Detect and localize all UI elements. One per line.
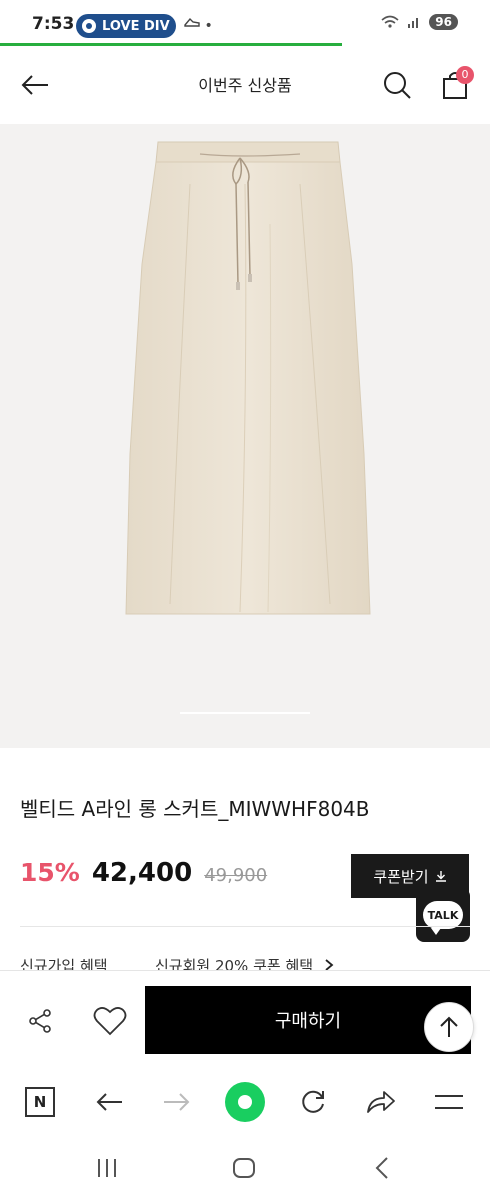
scroll-to-top-button[interactable] [424, 1002, 474, 1052]
shoe-icon [184, 17, 200, 27]
download-icon [435, 871, 446, 882]
wifi-icon [381, 15, 399, 28]
status-bar: 7:53 LOVE DIV • 96 [0, 0, 490, 46]
media-notification-pill[interactable]: LOVE DIV [76, 14, 176, 38]
hamburger-menu-icon [435, 1095, 463, 1109]
menu-button[interactable] [429, 1082, 469, 1122]
search-icon [384, 72, 411, 99]
coupon-label: 쿠폰받기 [373, 867, 429, 886]
signal-icon [408, 18, 419, 28]
naver-green-dot-button[interactable] [225, 1082, 265, 1122]
purchase-action-bar: 구매하기 [0, 970, 490, 1070]
browser-back-button[interactable] [89, 1082, 129, 1122]
page-title: 이번주 신상품 [198, 76, 292, 95]
system-nav-bar [0, 1134, 490, 1200]
browser-toolbar: N [0, 1070, 490, 1134]
recent-apps-button[interactable] [92, 1154, 122, 1182]
refresh-icon [302, 1090, 324, 1113]
home-button[interactable] [229, 1154, 259, 1182]
share-page-button[interactable] [361, 1082, 401, 1122]
play-icon [82, 19, 96, 33]
naver-home-button[interactable]: N [20, 1082, 60, 1122]
app-header: 이번주 신상품 0 [0, 46, 490, 124]
talk-bubble-icon: TALK [423, 901, 463, 935]
refresh-button[interactable] [293, 1082, 333, 1122]
arrow-left-icon [96, 1093, 122, 1111]
price-row: 15% 42,400 49,900 [20, 858, 267, 888]
arrow-up-icon [440, 1016, 458, 1037]
system-back-button[interactable] [367, 1154, 397, 1182]
notification-dot: • [204, 18, 213, 34]
home-icon [233, 1158, 255, 1178]
share-button[interactable] [22, 1003, 58, 1039]
battery-level: 96 [429, 14, 458, 30]
talk-label: TALK [427, 908, 459, 922]
search-button[interactable] [378, 66, 416, 104]
section-divider [20, 926, 470, 927]
wishlist-button[interactable] [92, 1003, 128, 1039]
original-price: 49,900 [204, 865, 268, 886]
naver-n-icon: N [25, 1087, 55, 1117]
notification-icons: • [184, 14, 213, 34]
media-notification-text: LOVE DIV [102, 18, 170, 34]
recent-apps-icon [98, 1159, 116, 1177]
heart-icon [93, 1007, 127, 1036]
product-name: 벨티드 A라인 롱 스커트_MIWWHF804B [20, 797, 370, 821]
status-time: 7:53 [32, 14, 75, 34]
share-icon [29, 1009, 51, 1033]
sale-price: 42,400 [91, 858, 193, 888]
carousel-indicator [180, 712, 310, 714]
skirt-product-image [125, 141, 371, 615]
cart-button[interactable]: 0 [436, 66, 474, 104]
discount-rate: 15% [20, 858, 80, 887]
forward-share-icon [367, 1091, 395, 1113]
green-dot-icon [225, 1082, 265, 1122]
product-image-carousel[interactable] [0, 124, 490, 748]
status-right: 96 [381, 14, 458, 30]
buy-button[interactable]: 구매하기 [145, 986, 471, 1054]
arrow-right-icon [164, 1093, 190, 1111]
browser-forward-button[interactable] [157, 1082, 197, 1122]
chevron-left-icon [375, 1157, 388, 1179]
kakao-talk-button[interactable]: TALK [416, 888, 470, 942]
cart-count-badge: 0 [456, 66, 474, 84]
